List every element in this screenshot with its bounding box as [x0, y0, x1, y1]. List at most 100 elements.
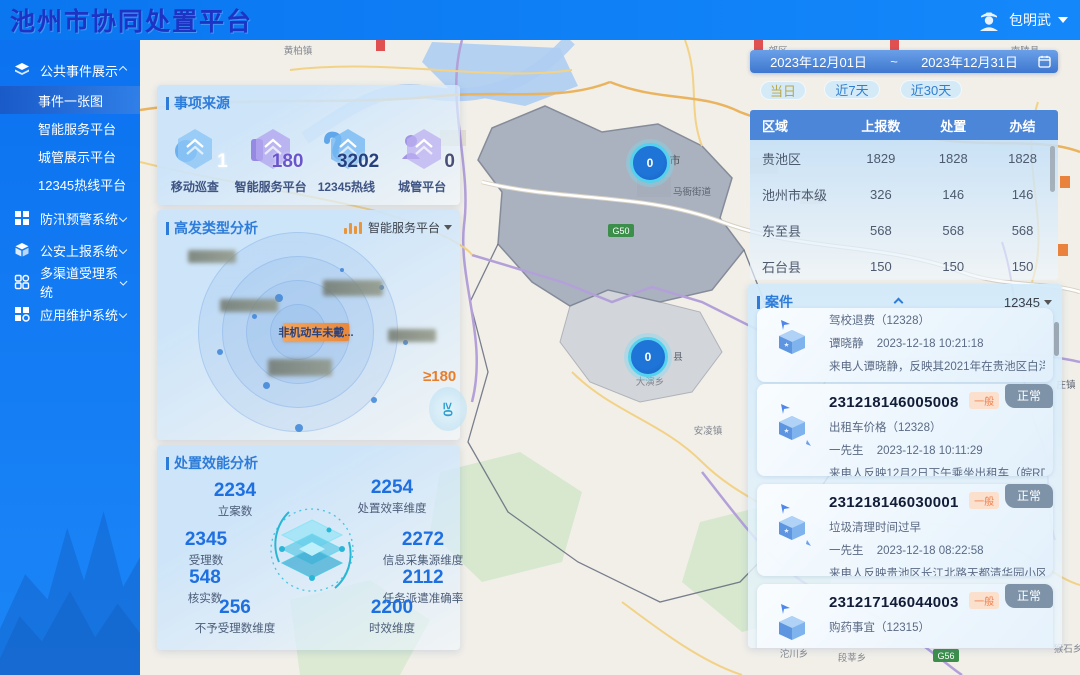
date-start-input[interactable]: 2023年12月01日	[750, 52, 887, 71]
blurred-label	[188, 250, 236, 263]
col-closed: 办结	[987, 116, 1058, 135]
sidebar-section-maintenance[interactable]: 应用维护系统	[0, 298, 140, 330]
map-marker-cluster[interactable]: 0	[628, 337, 668, 377]
table-row[interactable]: 池州市本级 326 146 146	[750, 176, 1058, 212]
item-label: 智能服务平台	[38, 119, 116, 138]
col-reported: 上报数	[842, 116, 919, 135]
section-label: 公安上报系统	[40, 241, 118, 260]
stat-filed-cases: 2234 立案数	[195, 481, 275, 519]
road-shield-g56: G56	[933, 649, 959, 662]
status-badge: 正常	[1005, 584, 1053, 608]
sidebar-section-police-report[interactable]: 公安上报系统	[0, 234, 140, 266]
case-list-panel: 案件 12345 驾校退费（12328） 谭晓静 2023-12-18 10:2…	[748, 284, 1062, 648]
case-id: 231217146044003	[829, 594, 959, 611]
sidebar-section-public-events[interactable]: 公共事件展示	[0, 54, 140, 86]
radar-dot	[263, 382, 270, 389]
highlighted-category[interactable]: 非机动车未戴...	[283, 323, 349, 341]
quick-filter-30days[interactable]: 近30天	[900, 80, 962, 99]
chevron-down-icon	[119, 246, 127, 254]
panel-item-sources: 事项来源 1 移动巡查 180 智能服务平台	[157, 85, 460, 205]
case-meta: 一先生 2023-12-18 10:11:29	[829, 442, 1045, 458]
svg-text:大演乡: 大演乡	[636, 376, 665, 388]
level-badge: 一般	[969, 592, 999, 609]
case-title: 出租车价格（12328）	[829, 419, 1045, 435]
sidebar-menu: 公共事件展示 事件一张图 智能服务平台 城管展示平台 12345热线平台 防汛预…	[0, 40, 140, 330]
cube-icon	[14, 242, 30, 258]
source-smart-service: 180 智能服务平台	[233, 127, 309, 195]
stat-label: 受理数	[166, 552, 246, 568]
source-filter-dropdown[interactable]: 智能服务平台	[344, 219, 452, 236]
sidebar-section-flood-warning[interactable]: 防汛预警系统	[0, 202, 140, 234]
case-reporter: 谭晓静	[829, 338, 864, 350]
status-badge: 正常	[1005, 384, 1053, 408]
chevron-down-icon	[444, 225, 452, 230]
table-row[interactable]: 东至县 568 568 568	[750, 212, 1058, 248]
case-desc: 来电人谭晓静，反映其2021年在贵池区白洋...	[829, 358, 1045, 374]
source-12345-hotline: 3202 12345热线	[309, 127, 385, 195]
stat-accepted: 2345 受理数	[166, 530, 246, 568]
item-label: 事件一张图	[38, 91, 103, 110]
svg-text:黄柏镇: 黄柏镇	[284, 45, 313, 57]
collapse-chevron-icon[interactable]	[893, 297, 903, 307]
source-stats: 1 移动巡查 180 智能服务平台 3202 12345热线	[157, 127, 460, 195]
table-row[interactable]: 贵池区 1829 1828 1828	[750, 140, 1058, 176]
mountain-decoration	[0, 465, 140, 675]
radar-dot	[217, 349, 223, 355]
case-list-scrollbar[interactable]	[1054, 322, 1059, 356]
stat-label: 立案数	[195, 503, 275, 519]
stat-value: 2234	[195, 481, 275, 501]
date-separator: ~	[887, 54, 901, 69]
sidebar-item-event-map[interactable]: 事件一张图	[0, 86, 140, 114]
svg-text:G50: G50	[612, 226, 629, 236]
panel-title: 事项来源	[157, 85, 460, 113]
case-card[interactable]: 正常 231218146030001 一般 垃圾清理时间过早 一先生 2023-…	[757, 484, 1053, 576]
stat-value: 548	[165, 568, 245, 588]
sidebar-item-smart-service[interactable]: 智能服务平台	[0, 114, 140, 142]
sidebar-section-multichannel[interactable]: 多渠道受理系统	[0, 266, 140, 298]
map-marker-cluster[interactable]: 0	[630, 143, 670, 183]
table-row[interactable]: 石台县 150 150 150	[750, 248, 1058, 280]
case-card[interactable]: 正常 231218146005008 一般 出租车价格（12328） 一先生 2…	[757, 384, 1053, 476]
col-disposed: 处置	[919, 116, 987, 135]
section-label: 防汛预警系统	[40, 209, 118, 228]
case-card[interactable]: 正常 231217146044003 一般 购药事宜（12315）	[757, 584, 1053, 648]
marker-count: 0	[647, 156, 654, 170]
sidebar-item-12345-hotline[interactable]: 12345热线平台	[0, 170, 140, 198]
calendar-icon[interactable]	[1038, 55, 1051, 68]
date-end-input[interactable]: 2023年12月31日	[901, 52, 1038, 71]
item-label: 城管展示平台	[38, 147, 116, 166]
source-city-platform: 0 城管平台	[384, 127, 460, 195]
pill-label: 当日	[770, 81, 796, 100]
city-officer-icon	[399, 127, 445, 171]
quick-filter-today[interactable]: 当日	[760, 81, 806, 100]
stat-value: 2200	[342, 598, 442, 618]
panel-high-frequency-types: 高发类型分析 智能服务平台 非机动车未戴... ≥180 ≥0	[157, 210, 460, 440]
user-menu[interactable]: 包明武	[976, 0, 1068, 40]
case-time: 2023-12-18 10:11:29	[877, 445, 983, 457]
source-value: 0	[444, 151, 455, 173]
panel-disposal-efficiency: 处置效能分析 2234 立案数 2345 受理数 548 核实数 256 不予受…	[157, 445, 460, 650]
stat-value: 2254	[344, 478, 440, 498]
bar-chart-icon	[344, 222, 362, 234]
table-header: 区域 上报数 处置 办结	[750, 110, 1058, 140]
page-title: 池州市协同处置平台	[10, 2, 253, 38]
radar-dot	[371, 397, 377, 403]
case-card[interactable]: 驾校退费（12328） 谭晓静 2023-12-18 10:21:18 来电人谭…	[757, 308, 1053, 382]
chevron-up-icon	[119, 66, 127, 74]
table-scrollbar[interactable]	[1050, 146, 1055, 192]
source-value: 1	[217, 151, 228, 173]
filter-value: 智能服务平台	[368, 219, 440, 236]
pill-label: 近7天	[835, 80, 868, 99]
case-title: 驾校退费（12328）	[829, 312, 1045, 328]
stat-label: 时效维度	[342, 620, 442, 636]
quick-filter-7days[interactable]: 近7天	[824, 80, 880, 99]
legend-max: ≥180	[423, 368, 456, 385]
chevron-down-icon	[1058, 17, 1068, 23]
source-label: 移动巡查	[157, 178, 233, 195]
level-badge: 一般	[969, 392, 999, 409]
sidebar-item-city-mgmt[interactable]: 城管展示平台	[0, 142, 140, 170]
status-badge: 正常	[1005, 484, 1053, 508]
svg-text:县: 县	[673, 352, 683, 363]
marker-count: 0	[645, 350, 652, 364]
stat-info-collection: 2272 信息采集源维度	[375, 530, 471, 568]
